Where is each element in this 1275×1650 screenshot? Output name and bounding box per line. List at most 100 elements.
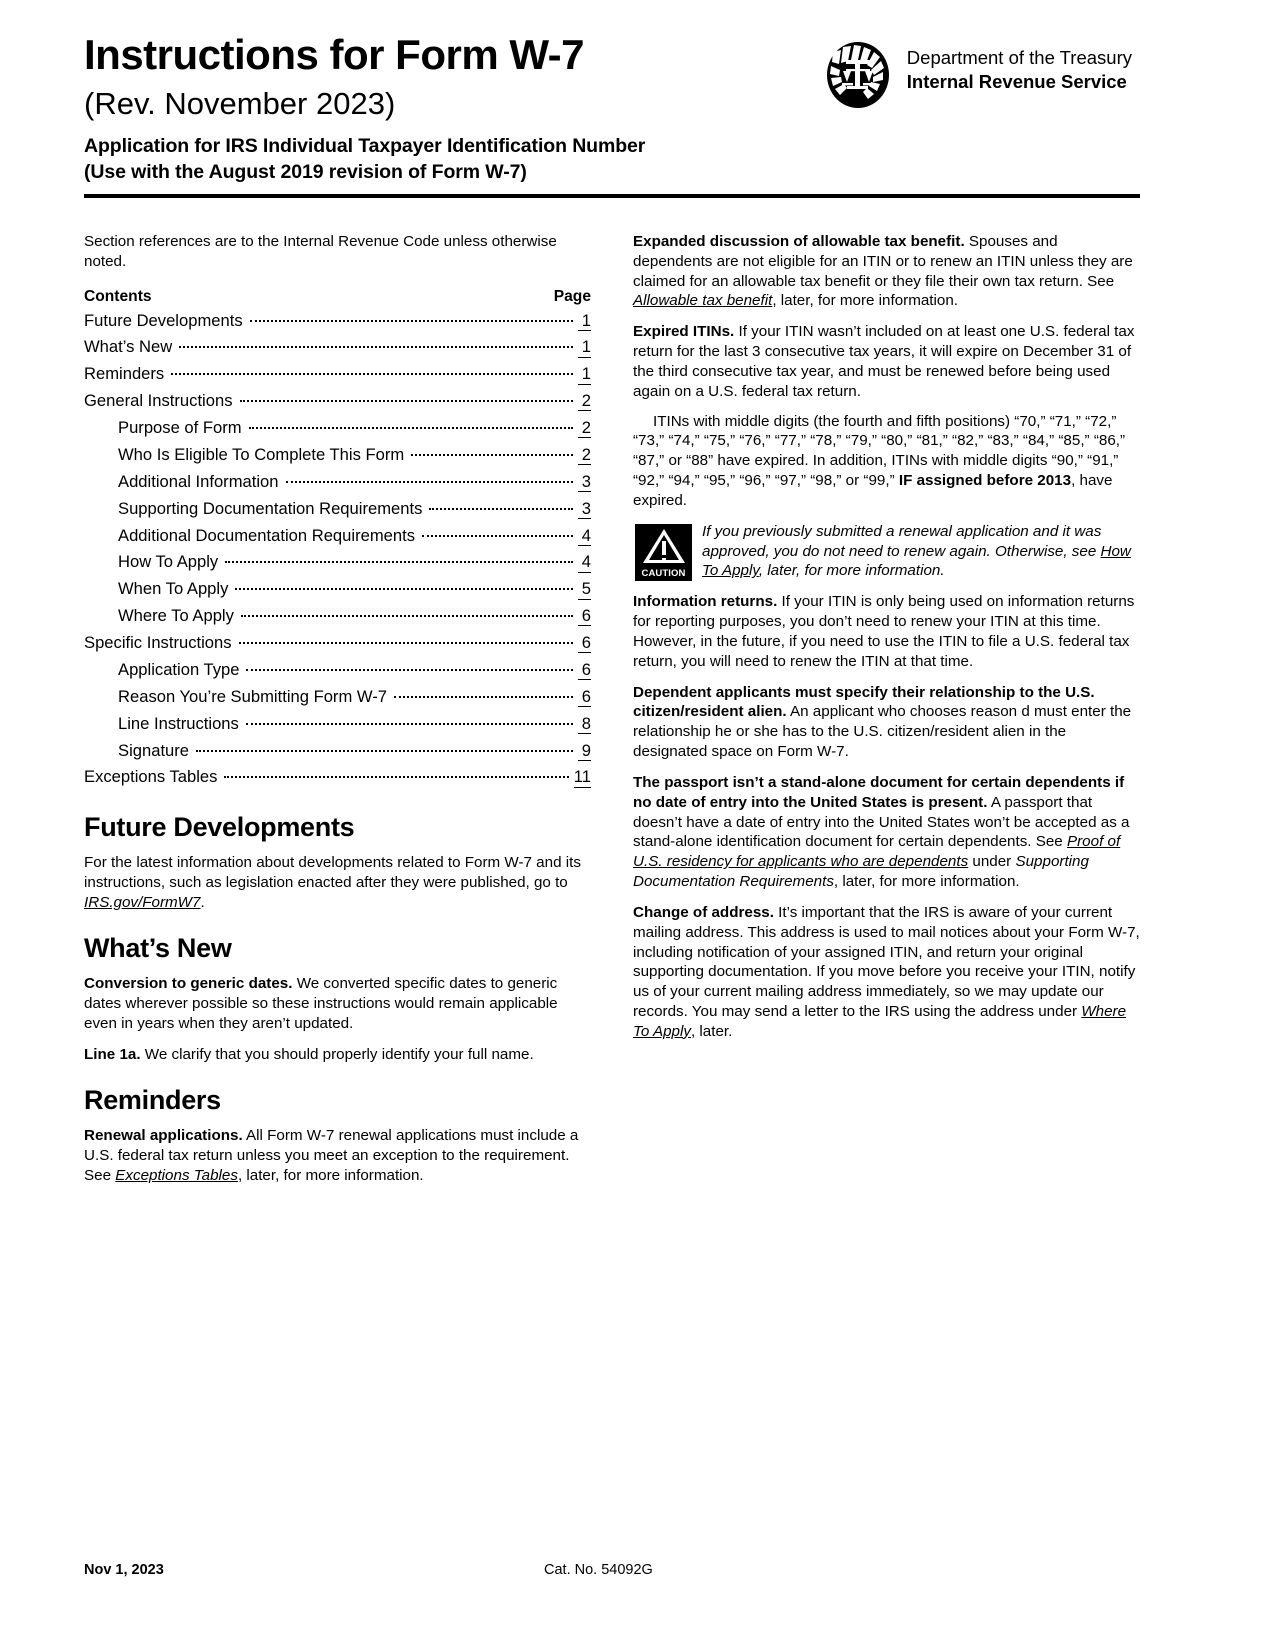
toc-leader-dots	[422, 534, 573, 537]
toc-entry-label: Signature	[118, 740, 190, 760]
toc-leader-dots	[239, 400, 573, 403]
toc-contents-label: Contents	[84, 287, 152, 305]
toc-entry-label: When To Apply	[118, 579, 229, 599]
toc-entry-label: General Instructions	[84, 391, 233, 411]
toc-page-number[interactable]: 11	[573, 768, 591, 788]
toc-row[interactable]: When To Apply 5	[84, 576, 591, 603]
document-header: Instructions for Form W-7 (Rev. November…	[84, 33, 1140, 198]
toc-row[interactable]: Where To Apply 6	[84, 603, 591, 630]
toc-row[interactable]: How To Apply 4	[84, 549, 591, 576]
expanded-discussion-paragraph: Expanded discussion of allowable tax ben…	[633, 232, 1140, 311]
toc-page-label: Page	[553, 287, 591, 305]
renewal-text-after: , later, for more information.	[237, 1166, 424, 1184]
toc-page-number[interactable]: 4	[578, 526, 591, 546]
document-page: Instructions for Form W-7 (Rev. November…	[0, 0, 1275, 1650]
toc-page-number[interactable]: 6	[578, 633, 591, 654]
caution-callout: CAUTION If you previously submitted a re…	[633, 522, 1140, 581]
irs-gov-link[interactable]: IRS.gov/FormW7	[84, 894, 200, 911]
toc-row[interactable]: Reason You’re Submitting Form W-7 6	[84, 684, 591, 711]
caution-exclamation-bar	[661, 540, 666, 555]
passport-paragraph: The passport isn’t a stand-alone documen…	[633, 773, 1140, 892]
caution-exclamation-dot	[661, 557, 666, 562]
toc-leader-dots	[179, 346, 573, 349]
toc-page-number[interactable]: 3	[578, 499, 591, 519]
expanded-discussion-text-after: , later, for more information.	[772, 292, 959, 310]
revision-date: (Rev. November 2023)	[84, 85, 396, 121]
content-columns: Section references are to the Internal R…	[84, 232, 1140, 1197]
allowable-tax-benefit-link[interactable]: Allowable tax benefit	[633, 292, 772, 309]
toc-entry-label: Line Instructions	[118, 713, 239, 733]
toc-page-number[interactable]: 2	[578, 445, 591, 466]
title-block: Instructions for Form W-7 (Rev. November…	[84, 33, 585, 124]
toc-page-number[interactable]: 2	[578, 418, 591, 439]
renewal-applications-paragraph: Renewal applications. All Form W-7 renew…	[84, 1126, 591, 1185]
toc-entry-label: Additional Documentation Requirements	[118, 525, 416, 545]
toc-row[interactable]: Additional Documentation Requirements 4	[84, 523, 591, 550]
toc-row[interactable]: General Instructions 2	[84, 388, 591, 415]
toc-row[interactable]: Supporting Documentation Requirements 3	[84, 496, 591, 523]
future-developments-heading: Future Developments	[84, 812, 355, 843]
toc-row[interactable]: Application Type 6	[84, 657, 591, 684]
toc-entry-label: Specific Instructions	[84, 633, 232, 652]
section-reference-note: Section references are to the Internal R…	[84, 233, 557, 270]
toc-row[interactable]: Reminders 1	[84, 361, 591, 388]
toc-entry-label: How To Apply	[118, 552, 219, 572]
whats-new-heading: What’s New	[84, 933, 232, 964]
exceptions-tables-link[interactable]: Exceptions Tables	[115, 1167, 238, 1184]
toc-entry-label: Who Is Eligible To Complete This Form	[118, 444, 405, 464]
toc-row[interactable]: Additional Information 3	[84, 469, 591, 496]
subtitle-block: Application for IRS Individual Taxpayer …	[84, 134, 1140, 185]
toc-page-number[interactable]: 6	[578, 660, 591, 681]
caution-icon: CAUTION	[635, 523, 692, 581]
toc-entry-label: Additional Information	[118, 471, 279, 491]
toc-leader-dots	[171, 373, 573, 376]
toc-leader-dots	[240, 615, 573, 618]
toc-page-number[interactable]: 2	[578, 391, 591, 412]
toc-row[interactable]: Future Developments 1	[84, 308, 591, 335]
future-developments-paragraph: For the latest information about develop…	[84, 853, 591, 912]
toc-leader-dots	[429, 507, 573, 510]
toc-row[interactable]: Signature 9	[84, 738, 591, 765]
information-returns-run-in: Information returns.	[633, 593, 778, 611]
fd-text-after: .	[200, 893, 205, 911]
expired-itins-run-in: Expired ITINs.	[633, 323, 735, 341]
toc-row[interactable]: Who Is Eligible To Complete This Form 2	[84, 442, 591, 469]
toc-leader-dots	[196, 749, 573, 752]
toc-leader-dots	[394, 695, 573, 698]
passport-text-after: , later, for more information.	[833, 873, 1020, 891]
toc-leader-dots	[411, 453, 573, 456]
change-of-address-run-in: Change of address.	[633, 903, 774, 921]
toc-page-number[interactable]: 5	[578, 579, 591, 600]
toc-page-number[interactable]: 6	[578, 687, 591, 707]
right-column: Expanded discussion of allowable tax ben…	[633, 232, 1140, 1197]
toc-page-number[interactable]: 1	[578, 364, 591, 385]
toc-row[interactable]: Purpose of Form 2	[84, 415, 591, 442]
toc-row[interactable]: Line Instructions 8	[84, 711, 591, 738]
toc-entry-label: Future Developments	[84, 310, 243, 330]
caution-icon-label: CAUTION	[635, 568, 692, 580]
toc-page-number[interactable]: 6	[578, 606, 591, 627]
agency-text: Department of the Treasury Internal Reve…	[907, 40, 1132, 93]
toc-entry-label: Reason You’re Submitting Form W-7	[118, 686, 388, 706]
change-of-address-text-after: , later.	[690, 1022, 733, 1040]
toc-row[interactable]: What’s New 1	[84, 334, 591, 361]
toc-row[interactable]: Exceptions Tables 11	[84, 764, 591, 791]
agency-block: Department of the Treasury Internal Reve…	[821, 34, 1132, 110]
change-of-address-paragraph: Change of address. It’s important that t…	[633, 903, 1140, 1042]
irs-eagle-scales-seal-icon	[821, 40, 895, 110]
agency-service: Internal Revenue Service	[906, 70, 1127, 92]
toc-header-row: Contents Page	[84, 288, 591, 306]
toc-page-number[interactable]: 3	[578, 472, 591, 492]
toc-page-number[interactable]: 9	[578, 741, 591, 761]
toc-page-number[interactable]: 4	[578, 553, 591, 573]
change-of-address-text-before: It’s important that the IRS is aware of …	[633, 903, 1140, 1020]
left-column: Section references are to the Internal R…	[84, 232, 591, 1197]
toc-page-number[interactable]: 1	[578, 338, 591, 358]
toc-entry-label: Supporting Documentation Requirements	[118, 498, 423, 518]
toc-page-number[interactable]: 1	[578, 311, 591, 331]
toc-leader-dots	[246, 668, 573, 671]
toc-leader-dots	[245, 722, 573, 725]
expanded-discussion-run-in: Expanded discussion of allowable tax ben…	[633, 233, 965, 250]
toc-page-number[interactable]: 8	[578, 714, 591, 734]
toc-row[interactable]: Specific Instructions 6	[84, 630, 591, 657]
